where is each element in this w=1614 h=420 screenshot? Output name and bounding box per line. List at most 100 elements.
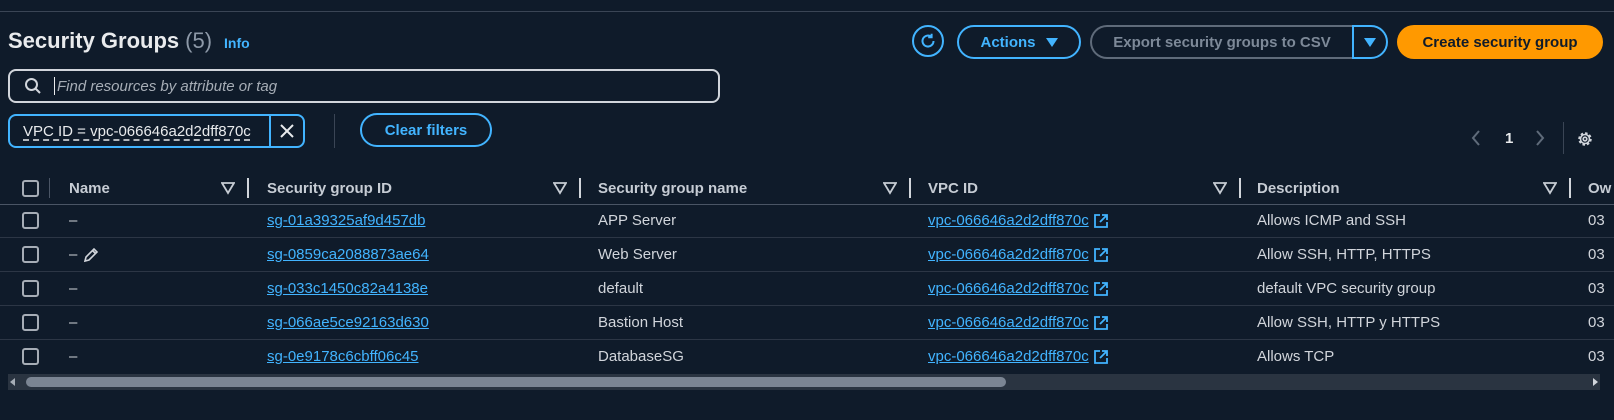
cell-name: – [69, 348, 78, 365]
row-checkbox[interactable] [22, 246, 39, 263]
refresh-button[interactable] [912, 25, 944, 57]
table-row[interactable]: – sg-0e9178c6cbff06c45 DatabaseSG vpc-06… [0, 340, 1614, 373]
vpc-id-link[interactable]: vpc-066646a2d2dff870c [928, 314, 1089, 331]
vpc-id-link[interactable]: vpc-066646a2d2dff870c [928, 212, 1089, 229]
cell-sg-name: Bastion Host [598, 314, 684, 331]
external-link-icon[interactable] [1093, 349, 1109, 365]
cell-sg-name: Web Server [598, 246, 677, 263]
gear-icon [1578, 132, 1592, 146]
group-count: (5) [185, 28, 213, 53]
column-header-sg-name[interactable]: Security group name [598, 172, 747, 204]
table-row[interactable]: – sg-066ae5ce92163d630 Bastion Host vpc-… [0, 306, 1614, 340]
table-row[interactable]: – sg-01a39325af9d457db APP Server vpc-06… [0, 204, 1614, 238]
scroll-left-arrow[interactable] [10, 378, 15, 386]
external-link-icon[interactable] [1093, 213, 1109, 229]
text-cursor [54, 77, 55, 95]
table-row[interactable]: – sg-033c1450c82a4138e default vpc-06664… [0, 272, 1614, 306]
info-link[interactable]: Info [224, 35, 250, 51]
select-all-checkbox[interactable] [22, 180, 39, 197]
sort-icon[interactable] [221, 181, 235, 195]
cell-name: – [69, 314, 78, 331]
table-row[interactable]: – sg-0859ca2088873ae64 Web Server vpc-06… [0, 238, 1614, 272]
actions-label: Actions [980, 33, 1036, 51]
cell-sg-name: APP Server [598, 212, 677, 229]
external-link-icon[interactable] [1093, 315, 1109, 331]
cell-name: – [69, 238, 99, 271]
search-placeholder: Find resources by attribute or tag [57, 77, 278, 95]
create-security-group-button[interactable]: Create security group [1397, 25, 1603, 59]
chevron-right-icon [1536, 130, 1545, 146]
cell-vpc-id: vpc-066646a2d2dff870c [928, 272, 1109, 305]
cell-owner: 03 [1588, 246, 1605, 263]
cell-sg-id-link[interactable]: sg-0e9178c6cbff06c45 [267, 340, 419, 373]
caret-down-icon [1045, 37, 1058, 47]
cell-name: – [69, 212, 78, 229]
sort-icon[interactable] [883, 181, 897, 195]
sort-icon[interactable] [553, 181, 567, 195]
clear-filters-button[interactable]: Clear filters [360, 113, 492, 147]
cell-description: Allow SSH, HTTP y HTTPS [1257, 314, 1441, 331]
sort-icon[interactable] [1543, 181, 1557, 195]
pager-divider [1563, 122, 1564, 154]
cell-owner: 03 [1588, 314, 1605, 331]
remove-filter-button[interactable] [269, 116, 303, 146]
create-label: Create security group [1422, 33, 1578, 51]
preferences-button[interactable] [1576, 130, 1594, 148]
row-checkbox[interactable] [22, 314, 39, 331]
filter-token-label[interactable]: VPC ID = vpc-066646a2d2dff870c [10, 116, 269, 146]
table-header: Name Security group ID Security group na… [0, 172, 1614, 205]
filter-divider [334, 114, 335, 148]
column-resizer[interactable] [247, 178, 249, 198]
cell-description: Allows ICMP and SSH [1257, 212, 1406, 229]
actions-button[interactable]: Actions [957, 25, 1081, 59]
edit-pencil-icon[interactable] [83, 247, 99, 263]
column-separator [49, 178, 50, 198]
search-input[interactable]: Find resources by attribute or tag [8, 69, 720, 103]
cell-name: – [69, 280, 78, 297]
scroll-right-arrow[interactable] [1593, 378, 1598, 386]
column-header-name[interactable]: Name [69, 172, 110, 204]
export-csv-button[interactable]: Export security groups to CSV [1090, 25, 1352, 59]
column-header-description[interactable]: Description [1257, 172, 1340, 204]
refresh-icon [921, 33, 935, 48]
scrollbar-thumb[interactable] [26, 377, 1006, 387]
external-link-icon[interactable] [1093, 247, 1109, 263]
cell-sg-id-link[interactable]: sg-066ae5ce92163d630 [267, 306, 429, 339]
external-link-icon[interactable] [1093, 281, 1109, 297]
page-number[interactable]: 1 [1505, 130, 1513, 147]
cell-sg-id-link[interactable]: sg-01a39325af9d457db [267, 204, 425, 237]
column-header-vpc-id[interactable]: VPC ID [928, 172, 978, 204]
row-checkbox[interactable] [22, 280, 39, 297]
top-divider [0, 11, 1614, 12]
cell-vpc-id: vpc-066646a2d2dff870c [928, 340, 1109, 373]
cell-owner: 03 [1588, 348, 1605, 365]
column-resizer[interactable] [1239, 178, 1241, 198]
vpc-id-link[interactable]: vpc-066646a2d2dff870c [928, 280, 1089, 297]
page-header: Security Groups (5) Info [8, 28, 250, 54]
column-resizer[interactable] [579, 178, 581, 198]
column-header-owner[interactable]: Ow [1588, 172, 1614, 204]
column-resizer[interactable] [1569, 178, 1571, 198]
caret-down-icon [1364, 37, 1376, 47]
next-page-button[interactable] [1532, 130, 1548, 146]
vpc-id-link[interactable]: vpc-066646a2d2dff870c [928, 246, 1089, 263]
cell-sg-name: default [598, 280, 644, 297]
previous-page-button[interactable] [1468, 130, 1484, 146]
row-checkbox[interactable] [22, 348, 39, 365]
column-resizer[interactable] [909, 178, 911, 198]
cell-description: Allow SSH, HTTP, HTTPS [1257, 246, 1431, 263]
export-dropdown-button[interactable] [1352, 25, 1388, 59]
column-header-sg-id[interactable]: Security group ID [267, 172, 392, 204]
vpc-id-link[interactable]: vpc-066646a2d2dff870c [928, 348, 1089, 365]
sort-icon[interactable] [1213, 181, 1227, 195]
cell-sg-id-link[interactable]: sg-0859ca2088873ae64 [267, 238, 429, 271]
cell-description: Allows TCP [1257, 348, 1335, 365]
cell-sg-name: DatabaseSG [598, 348, 684, 365]
cell-owner: 03 [1588, 212, 1605, 229]
close-icon [280, 124, 294, 138]
row-checkbox[interactable] [22, 212, 39, 229]
cell-sg-id-link[interactable]: sg-033c1450c82a4138e [267, 272, 428, 305]
horizontal-scrollbar[interactable] [8, 374, 1600, 390]
export-label: Export security groups to CSV [1113, 33, 1331, 51]
filter-token[interactable]: VPC ID = vpc-066646a2d2dff870c [8, 114, 305, 148]
